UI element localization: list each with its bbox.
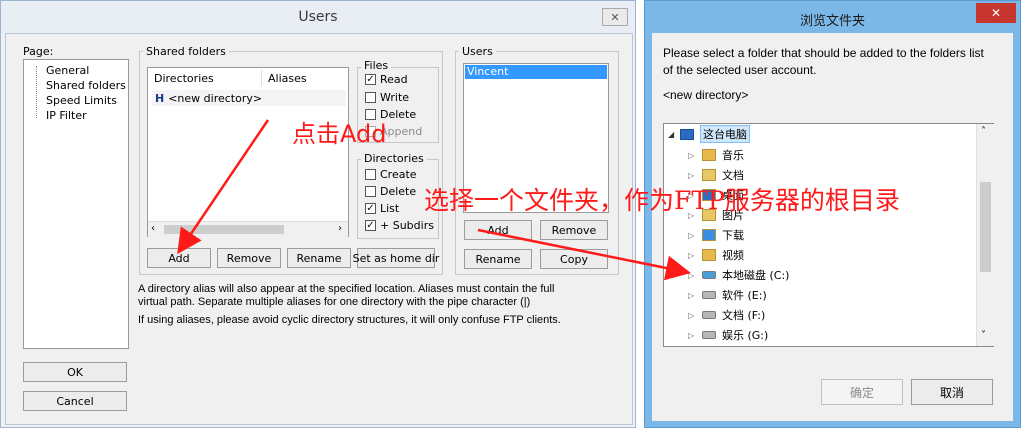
annotation-choose-folder: 选择一个文件夹，作为FTP服务器的根目录 [424,186,900,215]
arrow-to-drive-c [477,228,691,281]
annotation-arrows [177,119,691,281]
annotation-click-add: 点击Add [292,120,387,148]
arrow-to-add-button [177,119,270,255]
